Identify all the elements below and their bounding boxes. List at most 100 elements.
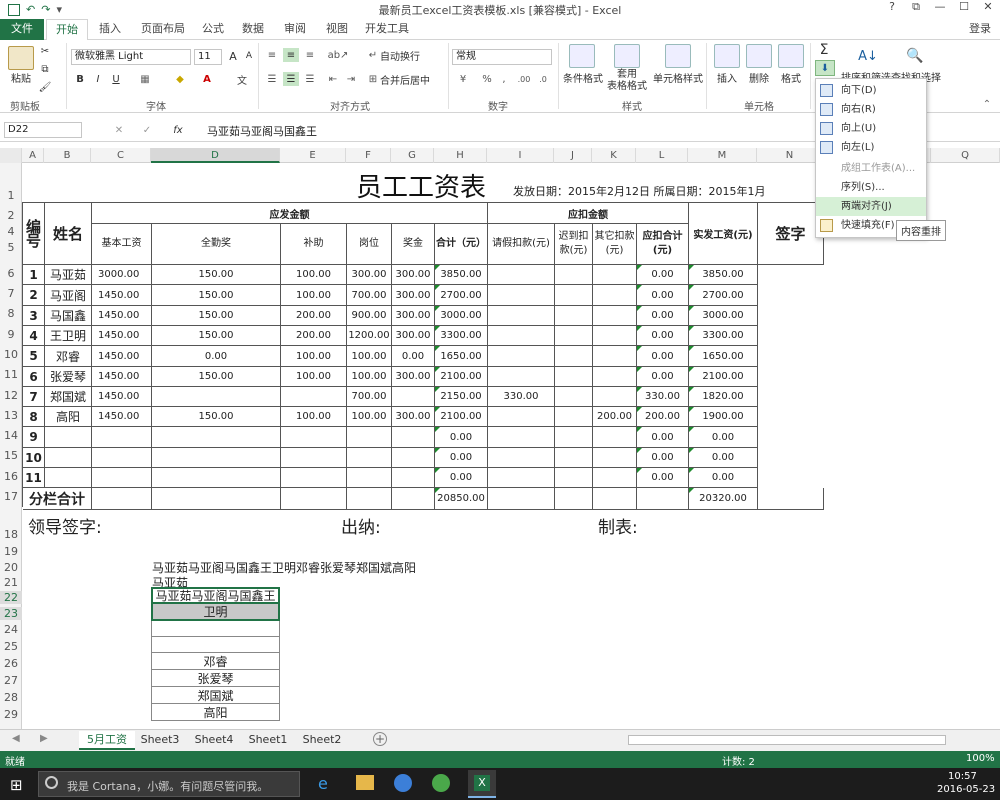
fill-down-item[interactable]: 向下(D)	[816, 81, 926, 100]
cell-leave[interactable]: 330.00	[488, 387, 555, 407]
subtotal-cell[interactable]	[637, 488, 689, 510]
row-header[interactable]: 9	[0, 328, 22, 341]
row-header[interactable]: 13	[0, 409, 22, 422]
cell-attend[interactable]	[152, 468, 281, 488]
cell-late[interactable]	[555, 407, 593, 427]
edge-icon[interactable]: e	[318, 774, 328, 793]
employee-name[interactable]	[45, 448, 92, 468]
font-name-select[interactable]: 微软雅黑 Light	[71, 49, 191, 65]
subtotal-label[interactable]: 分栏合计	[23, 488, 92, 510]
cell-leave[interactable]	[488, 407, 555, 427]
decrease-decimal-icon[interactable]: .0	[535, 72, 551, 86]
cell-base[interactable]: 1450.00	[92, 407, 152, 427]
cell-net[interactable]: 1650.00	[689, 346, 758, 367]
cell-net[interactable]: 1900.00	[689, 407, 758, 427]
delete-cells-icon[interactable]	[746, 44, 772, 68]
cell-other[interactable]: 200.00	[593, 407, 637, 427]
cell-leave[interactable]	[488, 306, 555, 326]
save-icon[interactable]	[8, 3, 20, 16]
collapse-ribbon-icon[interactable]: ⌃	[980, 98, 994, 110]
employee-name[interactable]: 郑国斌	[45, 387, 92, 407]
cell-dsum[interactable]: 0.00	[637, 265, 689, 285]
cell-allow[interactable]: 100.00	[281, 367, 347, 387]
subheader[interactable]: 其它扣款(元)	[593, 224, 637, 265]
app-icon[interactable]	[432, 774, 450, 792]
list-cell[interactable]: 邓睿	[151, 653, 280, 670]
phonetic-icon[interactable]: 文	[233, 72, 251, 87]
row-header[interactable]: 17	[0, 490, 22, 503]
cell-dsum[interactable]: 0.00	[637, 448, 689, 468]
italic-button[interactable]: I	[91, 72, 105, 86]
align-right-icon[interactable]: ☰	[302, 72, 318, 86]
subheader[interactable]: 奖金	[392, 224, 435, 265]
column-header[interactable]: K	[592, 148, 636, 163]
list-cell[interactable]: 马亚茹马亚阁马国鑫王	[151, 587, 280, 604]
cell-dsum[interactable]: 0.00	[637, 306, 689, 326]
header-number[interactable]: 编号	[23, 203, 45, 265]
subtotal-cell[interactable]	[152, 488, 281, 510]
cell-bonus[interactable]: 300.00	[392, 285, 435, 306]
tab-page-layout[interactable]: 页面布局	[134, 19, 192, 40]
cell-bonus[interactable]	[392, 448, 435, 468]
find-select-icon[interactable]: 🔍	[902, 44, 928, 68]
tab-view[interactable]: 视图	[320, 19, 354, 40]
cell-total[interactable]: 3850.00	[435, 265, 488, 285]
subtotal-cell[interactable]	[281, 488, 347, 510]
column-header[interactable]: C	[91, 148, 151, 163]
cell-attend[interactable]: 150.00	[152, 407, 281, 427]
subtotal-cell[interactable]	[555, 488, 593, 510]
employee-name[interactable]: 王卫明	[45, 326, 92, 346]
cell-late[interactable]	[555, 306, 593, 326]
cell-attend[interactable]: 0.00	[152, 346, 281, 367]
cell-leave[interactable]	[488, 265, 555, 285]
list-cell[interactable]	[151, 637, 280, 653]
cell-allow[interactable]	[281, 427, 347, 448]
list-cell[interactable]	[151, 621, 280, 637]
undo-icon[interactable]: ↶	[26, 3, 35, 16]
horizontal-scrollbar[interactable]	[628, 735, 946, 745]
column-header[interactable]: N	[757, 148, 823, 163]
cell-leave[interactable]	[488, 285, 555, 306]
subtotal-cell[interactable]	[593, 488, 637, 510]
cell-total[interactable]: 2100.00	[435, 367, 488, 387]
cell-dsum[interactable]: 0.00	[637, 468, 689, 488]
cell-other[interactable]	[593, 427, 637, 448]
row-header[interactable]: 4	[0, 225, 22, 238]
cell-allow[interactable]: 100.00	[281, 346, 347, 367]
employee-name[interactable]: 邓睿	[45, 346, 92, 367]
cell-late[interactable]	[555, 326, 593, 346]
cell-base[interactable]	[92, 448, 152, 468]
cell-other[interactable]	[593, 346, 637, 367]
employee-number[interactable]: 5	[23, 346, 45, 367]
cell-dsum[interactable]: 200.00	[637, 407, 689, 427]
cell-base[interactable]: 1450.00	[92, 367, 152, 387]
employee-name[interactable]: 马亚阁	[45, 285, 92, 306]
employee-number[interactable]: 8	[23, 407, 45, 427]
cell-dsum[interactable]: 330.00	[637, 387, 689, 407]
cell-total[interactable]: 0.00	[435, 427, 488, 448]
row-header[interactable]: 22	[0, 591, 22, 604]
cell-allow[interactable]: 200.00	[281, 306, 347, 326]
cell-attend[interactable]	[152, 427, 281, 448]
cell-allow[interactable]: 200.00	[281, 326, 347, 346]
cell-attend[interactable]: 150.00	[152, 326, 281, 346]
employee-number[interactable]: 11	[23, 468, 45, 488]
cell-late[interactable]	[555, 265, 593, 285]
select-all-corner[interactable]	[0, 148, 22, 163]
cell-late[interactable]	[555, 448, 593, 468]
currency-icon[interactable]: ¥	[454, 72, 472, 86]
cell-other[interactable]	[593, 265, 637, 285]
format-as-table-icon[interactable]	[614, 44, 640, 68]
comma-style-icon[interactable]: ,	[497, 72, 511, 86]
cell-leave[interactable]	[488, 326, 555, 346]
orientation-icon[interactable]: ab↗	[328, 48, 349, 62]
row-header[interactable]: 19	[0, 545, 22, 558]
confirm-entry-icon[interactable]: ✓	[140, 123, 154, 137]
name-box[interactable]: D22	[4, 122, 82, 138]
list-cell[interactable]: 高阳	[151, 704, 280, 721]
subheader[interactable]: 基本工资	[92, 224, 152, 265]
cell-allow[interactable]	[281, 448, 347, 468]
cell-total[interactable]: 3000.00	[435, 306, 488, 326]
worksheet[interactable]: 员工工资表 发放日期：2015年2月12日 所属日期：2015年1月 编号 姓名应…	[22, 163, 1000, 743]
cell-post[interactable]	[347, 448, 392, 468]
